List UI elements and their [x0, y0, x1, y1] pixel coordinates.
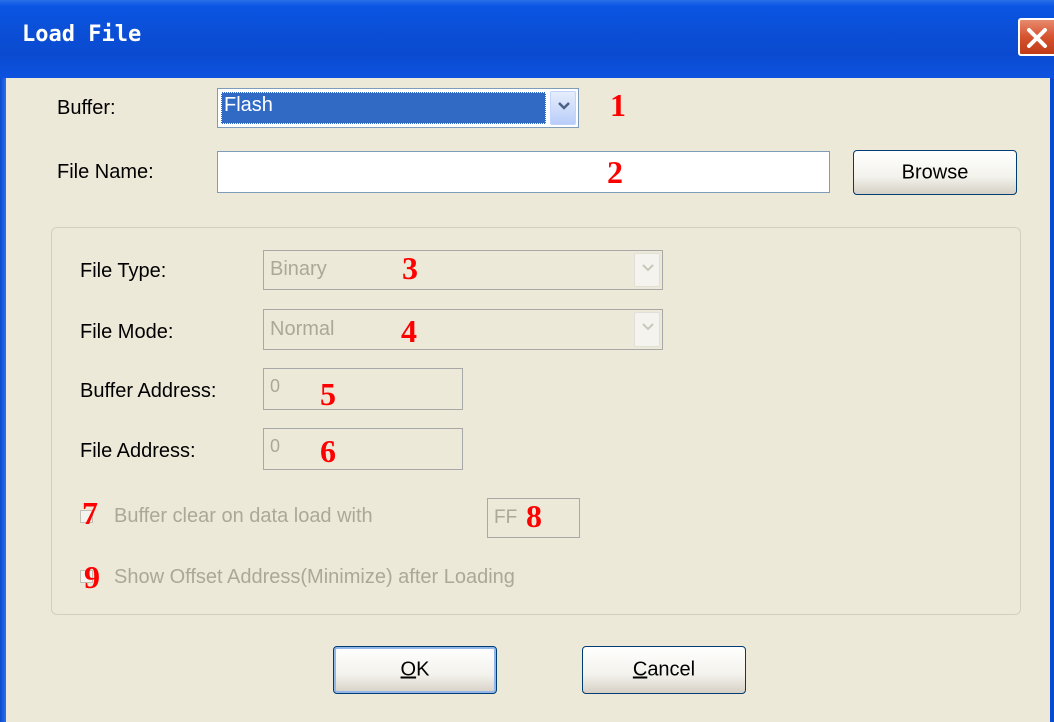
close-icon: [1027, 28, 1047, 48]
show-offset-label: Show Offset Address(Minimize) after Load…: [114, 566, 515, 588]
buffer-clear-fill-value: FF: [494, 507, 518, 528]
marker-1: 1: [610, 87, 626, 123]
file-mode-dropdown-button[interactable]: [634, 312, 660, 347]
buffer-address-input[interactable]: 0: [263, 368, 463, 410]
marker-6: 6: [320, 433, 336, 469]
file-type-value: Binary: [270, 258, 327, 280]
buffer-dropdown-button[interactable]: [550, 91, 576, 125]
chevron-down-icon: [642, 323, 654, 331]
chevron-down-icon: [558, 102, 570, 110]
marker-8: 8: [526, 498, 542, 534]
window-border-right: [1050, 78, 1054, 722]
marker-5: 5: [320, 376, 336, 412]
buffer-address-label: Buffer Address:: [80, 380, 217, 402]
file-type-label: File Type:: [80, 260, 167, 282]
file-mode-label: File Mode:: [80, 321, 174, 343]
marker-7: 7: [82, 495, 98, 531]
file-type-dropdown-button[interactable]: [634, 253, 660, 287]
file-address-label: File Address:: [80, 440, 196, 462]
marker-9: 9: [84, 559, 100, 595]
close-button[interactable]: [1018, 18, 1054, 56]
marker-2: 2: [607, 154, 623, 190]
browse-button[interactable]: Browse: [853, 150, 1017, 195]
file-address-value: 0: [270, 436, 281, 456]
file-address-input[interactable]: 0: [263, 428, 463, 470]
chevron-down-icon: [642, 264, 654, 272]
buffer-address-value: 0: [270, 376, 281, 396]
buffer-select-value: Flash: [221, 92, 546, 124]
buffer-clear-label: Buffer clear on data load with: [114, 505, 373, 527]
file-name-label: File Name:: [57, 161, 154, 183]
file-mode-value: Normal: [270, 318, 335, 340]
browse-button-label: Browse: [901, 161, 969, 183]
file-mode-select[interactable]: Normal: [263, 309, 663, 350]
buffer-label: Buffer:: [57, 97, 116, 119]
file-name-input[interactable]: [217, 151, 830, 193]
marker-3: 3: [402, 250, 418, 286]
window-title: Load File: [22, 22, 142, 47]
ok-button-label: OK: [400, 658, 430, 681]
window-border-left: [0, 78, 6, 722]
cancel-button[interactable]: Cancel: [582, 646, 746, 694]
ok-button[interactable]: OK: [333, 646, 497, 694]
title-bar: Load File: [0, 0, 1054, 78]
cancel-button-label: Cancel: [632, 658, 696, 681]
marker-4: 4: [401, 313, 417, 349]
buffer-select[interactable]: Flash: [217, 88, 579, 128]
file-type-select[interactable]: Binary: [263, 250, 663, 290]
